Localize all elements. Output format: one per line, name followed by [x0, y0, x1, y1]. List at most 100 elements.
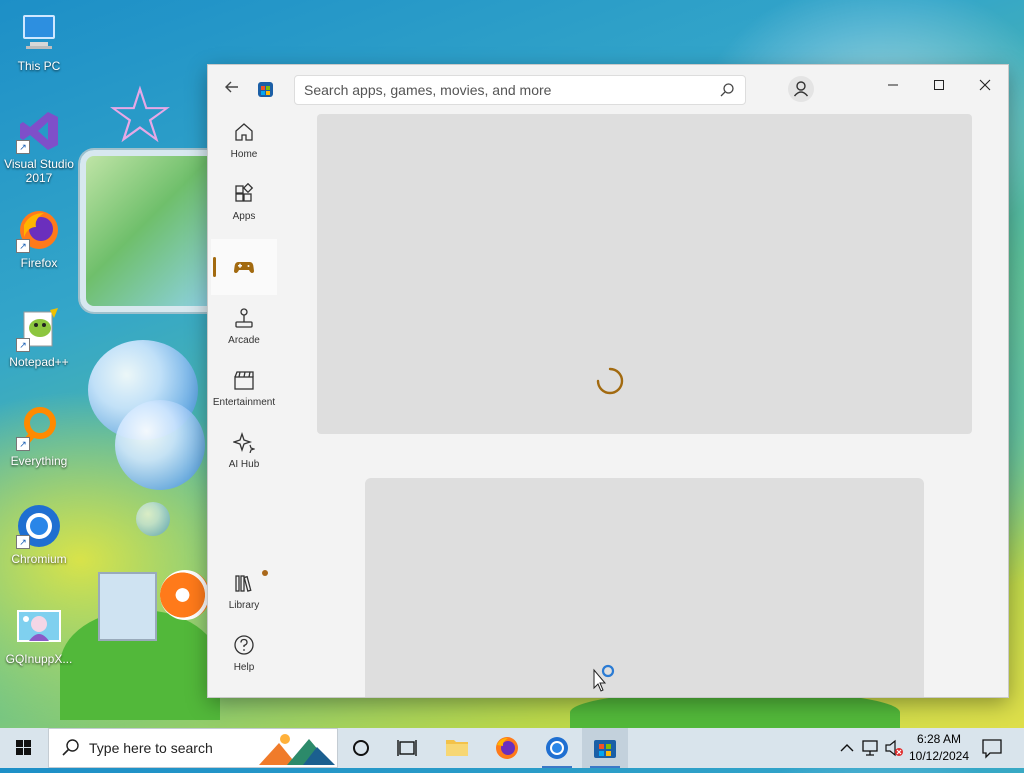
desktop-icon-label: Firefox	[20, 256, 58, 270]
close-button[interactable]	[962, 71, 1008, 103]
desktop-icon-visual-studio[interactable]: ↗ Visual Studio 2017	[2, 108, 76, 185]
store-navigation-rail: Home Apps Arcade Entertainment AI Hub Li…	[208, 113, 278, 697]
nav-item-entertainment[interactable]: Entertainment	[211, 363, 277, 419]
notification-dot	[262, 570, 268, 576]
shortcut-arrow-icon: ↗	[16, 437, 30, 451]
nav-item-label: Help	[233, 662, 255, 673]
help-icon	[211, 634, 277, 660]
taskbar-search-text: Type here to search	[89, 740, 213, 756]
firefox-taskbar-button[interactable]	[484, 728, 530, 768]
notepad-plus-plus-icon: ↗	[16, 306, 62, 352]
chromium-taskbar-button[interactable]	[534, 728, 580, 768]
chromium-icon	[546, 737, 568, 759]
nav-item-home[interactable]: Home	[211, 115, 277, 171]
taskbar: Type here to search 6:28 AM 10/12/2024	[0, 728, 1024, 768]
library-icon	[211, 572, 277, 598]
nav-item-label: Arcade	[228, 335, 260, 346]
desktop-icon-label: This PC	[17, 59, 61, 73]
minimize-icon	[888, 84, 898, 86]
nav-item-label: AI Hub	[228, 459, 260, 470]
loading-spinner-icon	[596, 367, 624, 395]
desktop-icon-label: Visual Studio 2017	[4, 157, 74, 185]
desktop-icon-label: Everything	[10, 454, 68, 468]
wallpaper-bubble	[115, 400, 205, 490]
chevron-up-icon	[840, 744, 854, 752]
visual-studio-icon: ↗	[16, 108, 62, 154]
task-view-timeline-button[interactable]	[384, 728, 430, 768]
nav-item-apps[interactable]: Apps	[211, 177, 277, 233]
microsoft-store-taskbar-button[interactable]	[582, 728, 628, 768]
search-icon	[62, 739, 79, 756]
windows-logo-icon	[16, 740, 31, 755]
clock-date: 10/12/2024	[908, 749, 970, 763]
desktop-icon-everything[interactable]: ↗ Everything	[2, 405, 76, 468]
account-avatar-button[interactable]	[788, 76, 814, 102]
wallpaper-picture-frame	[80, 150, 222, 312]
clock-time: 6:28 AM	[916, 732, 962, 746]
firefox-icon	[496, 737, 518, 759]
chromium-icon: ↗	[16, 503, 62, 549]
shortcut-arrow-icon: ↗	[16, 239, 30, 253]
this-pc-icon	[16, 10, 62, 56]
arrow-left-icon	[225, 81, 238, 93]
wallpaper-star: ☆	[105, 71, 175, 159]
network-monitor-icon	[862, 740, 878, 756]
anime-image-file-icon	[16, 603, 62, 649]
nav-item-help[interactable]: Help	[211, 628, 277, 684]
nav-item-label: Home	[230, 149, 258, 160]
firefox-icon: ↗	[16, 207, 62, 253]
shortcut-arrow-icon: ↗	[16, 535, 30, 549]
busy-cursor	[592, 664, 618, 692]
desktop-icon-this-pc[interactable]: This PC	[2, 10, 76, 73]
store-search-box[interactable]	[294, 75, 746, 105]
shortcut-arrow-icon: ↗	[16, 140, 30, 154]
show-hidden-icons-button[interactable]	[836, 728, 858, 768]
maximize-button[interactable]	[916, 71, 962, 103]
search-icon[interactable]	[719, 82, 735, 98]
task-view-icon	[397, 740, 417, 756]
nav-item-label: Apps	[232, 211, 256, 222]
taskbar-search-box[interactable]: Type here to search	[48, 728, 338, 768]
hero-banner-placeholder	[317, 114, 972, 434]
back-button[interactable]	[220, 78, 244, 100]
desktop-icon-notepad-plus-plus[interactable]: ↗ Notepad++	[2, 306, 76, 369]
store-search-input[interactable]	[295, 76, 714, 104]
maximize-icon	[934, 80, 944, 90]
folder-icon	[446, 740, 468, 756]
microsoft-store-window: Home Apps Arcade Entertainment AI Hub Li…	[208, 65, 1008, 697]
desktop-icon-firefox[interactable]: ↗ Firefox	[2, 207, 76, 270]
sparkle-icon	[211, 431, 277, 457]
nav-item-label: Entertainment	[212, 397, 276, 408]
nav-item-arcade[interactable]: Arcade	[211, 301, 277, 357]
microsoft-store-icon	[594, 740, 616, 758]
gamepad-icon	[211, 255, 277, 281]
desktop-icon-label: GQInuppX...	[5, 652, 73, 666]
start-button[interactable]	[0, 728, 48, 768]
desktop-icon-label: Notepad++	[9, 355, 69, 369]
minimize-button[interactable]	[870, 71, 916, 103]
desktop-icon-chromium[interactable]: ↗ Chromium	[2, 503, 76, 566]
cursor-arrow-busy-icon	[593, 664, 615, 692]
desktop-icon-image-file[interactable]: GQInuppX...	[2, 603, 76, 666]
clapperboard-icon	[211, 369, 277, 395]
taskbar-clock[interactable]: 6:28 AM 10/12/2024	[902, 731, 976, 765]
content-card-placeholder	[365, 478, 924, 697]
search-highlight-camping-icon	[259, 734, 335, 765]
microsoft-store-logo-icon	[258, 82, 273, 97]
nav-item-ai-hub[interactable]: AI Hub	[211, 425, 277, 481]
apps-icon	[211, 182, 277, 209]
wallpaper-fish	[160, 570, 210, 620]
wallpaper-bubble	[136, 502, 170, 536]
action-center-button[interactable]	[978, 728, 1006, 768]
person-icon	[793, 81, 809, 97]
wallpaper-castle	[98, 572, 157, 641]
task-view-button[interactable]	[338, 728, 384, 768]
notification-icon	[982, 739, 1002, 759]
nav-item-gaming[interactable]	[211, 239, 277, 295]
shortcut-arrow-icon: ↗	[16, 338, 30, 352]
desktop-icon-label: Chromium	[11, 552, 67, 566]
close-icon	[979, 79, 991, 91]
network-status-button[interactable]	[860, 728, 882, 768]
file-explorer-button[interactable]	[434, 728, 480, 768]
nav-item-library[interactable]: Library	[211, 566, 277, 622]
